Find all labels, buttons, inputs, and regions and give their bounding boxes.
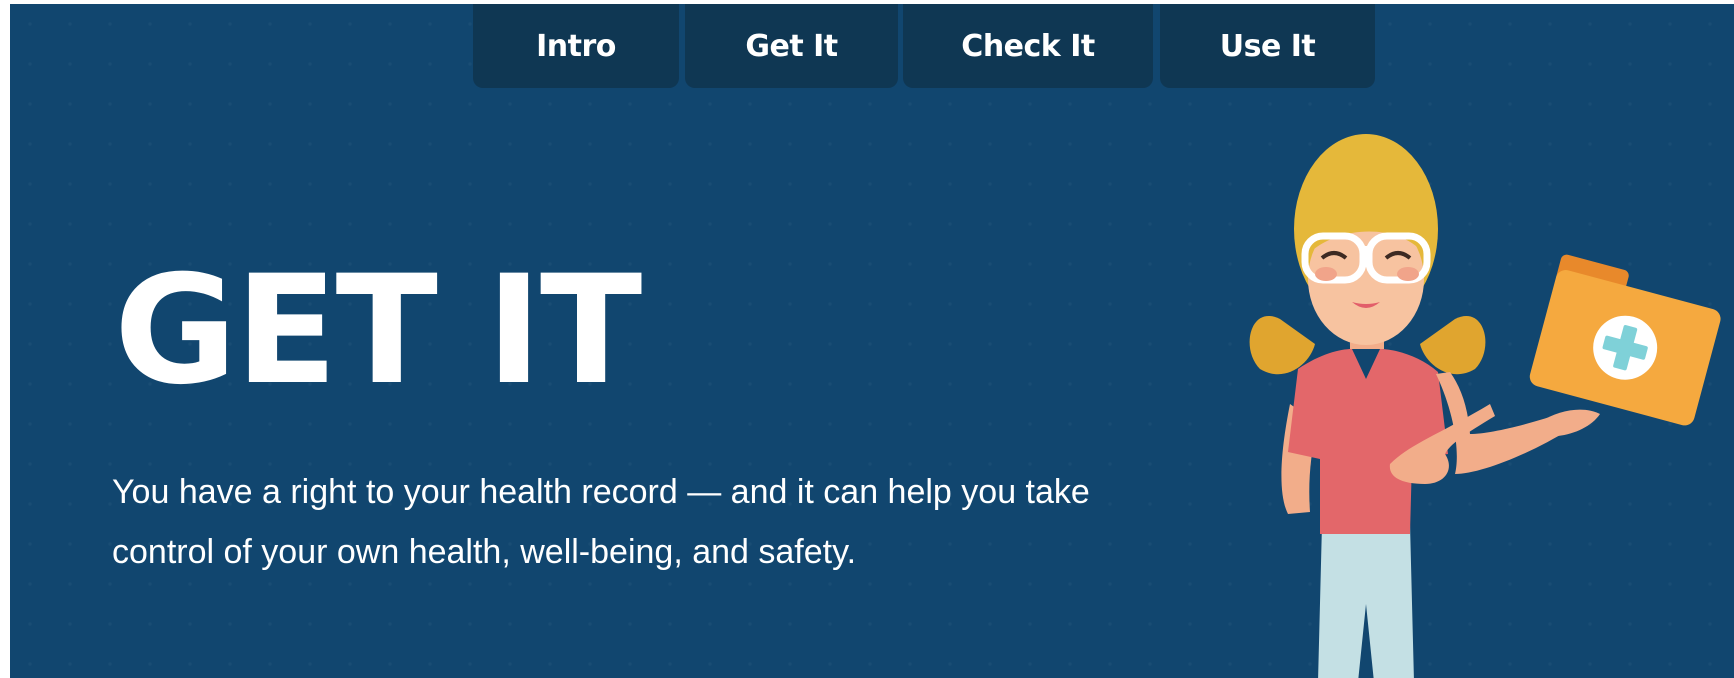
tab-intro[interactable]: Intro [473, 4, 679, 88]
hero-section: Intro Get It Check It Use It GET IT You … [10, 4, 1734, 678]
woman-with-medical-folder-illustration [1249, 134, 1721, 678]
tab-check-it[interactable]: Check It [903, 4, 1153, 88]
tab-use-it[interactable]: Use It [1160, 4, 1375, 88]
right-pigtail [1420, 315, 1486, 375]
pants [1318, 524, 1414, 678]
page-title: GET IT [114, 244, 642, 418]
medical-folder [1529, 254, 1721, 426]
hero-subtitle: You have a right to your health record —… [112, 473, 1090, 571]
section-tabs: Intro Get It Check It Use It [10, 4, 1734, 88]
tab-get-it[interactable]: Get It [685, 4, 898, 88]
